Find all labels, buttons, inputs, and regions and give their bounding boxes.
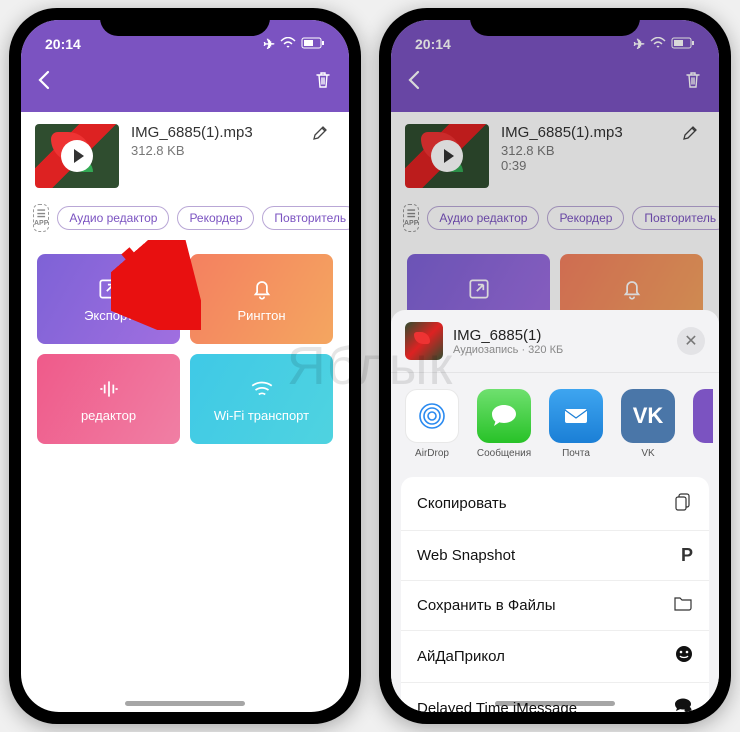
chat-icon — [673, 697, 693, 712]
share-app-airdrop[interactable]: AirDrop — [405, 389, 459, 459]
bell-icon — [249, 276, 275, 302]
home-indicator — [125, 701, 245, 706]
share-app-label: Почта — [562, 448, 590, 459]
screen-left: 20:14 ✈ — [21, 20, 349, 712]
waveform-icon — [96, 376, 122, 402]
file-thumbnail[interactable] — [35, 124, 119, 188]
trash-button[interactable] — [313, 70, 333, 96]
file-meta: IMG_6885(1).mp3 312.8 KB — [131, 124, 293, 158]
screen-right: 20:14 ✈ — [391, 20, 719, 712]
file-size: 312.8 KB — [131, 143, 293, 158]
tile-editor-label: редактор — [81, 408, 136, 423]
share-app-mail[interactable]: Почта — [549, 389, 603, 459]
tile-export-label: Экспорт — [84, 308, 133, 323]
file-info-row: IMG_6885(1).mp3 312.8 KB — [21, 112, 349, 200]
tile-wifi-transport[interactable]: Wi-Fi транспорт — [190, 354, 333, 444]
edit-icon[interactable] — [305, 124, 335, 147]
notch — [100, 8, 270, 36]
status-icons: ✈ — [263, 36, 325, 53]
snapshot-icon: P — [681, 545, 693, 566]
extra-app-icon — [693, 389, 713, 443]
action-label: Web Snapshot — [417, 547, 515, 564]
tile-wifi-label: Wi-Fi транспорт — [214, 408, 309, 423]
share-app-label: Сообщения — [477, 448, 531, 459]
wifi-icon — [280, 36, 296, 52]
export-icon — [96, 276, 122, 302]
notch — [470, 8, 640, 36]
tile-editor[interactable]: редактор — [37, 354, 180, 444]
share-meta: IMG_6885(1) Аудиозапись · 320 КБ — [453, 327, 563, 356]
wifi-icon — [249, 376, 275, 402]
action-delayed-imessage[interactable]: Delayed Time iMessage — [401, 683, 709, 712]
action-label: Сохранить в Файлы — [417, 597, 556, 614]
tool-chips-row: ☰APP Аудио редактор Рекордер Повторитель — [21, 200, 349, 244]
chip-recorder[interactable]: Рекордер — [177, 206, 254, 230]
tile-ringtone[interactable]: Рингтон — [190, 254, 333, 344]
tile-ringtone-label: Рингтон — [237, 308, 285, 323]
back-button[interactable] — [37, 70, 51, 96]
messages-icon — [477, 389, 531, 443]
action-tiles: Экспорт Рингтон редактор Wi-Fi транспорт — [37, 254, 333, 444]
share-app-vk[interactable]: VK VK — [621, 389, 675, 459]
action-copy[interactable]: Скопировать — [401, 477, 709, 531]
share-app-label: VK — [641, 448, 654, 459]
action-label: Скопировать — [417, 495, 507, 512]
share-thumb — [405, 322, 443, 360]
phone-right: 20:14 ✈ — [379, 8, 731, 724]
tile-export[interactable]: Экспорт — [37, 254, 180, 344]
action-save-to-files[interactable]: Сохранить в Файлы — [401, 581, 709, 631]
share-app-messages[interactable]: Сообщения — [477, 389, 531, 459]
folder-icon — [673, 595, 693, 616]
play-icon[interactable] — [61, 140, 93, 172]
chip-audio-editor[interactable]: Аудио редактор — [57, 206, 169, 230]
share-title: IMG_6885(1) — [453, 327, 563, 344]
airdrop-icon — [405, 389, 459, 443]
close-icon[interactable]: ✕ — [677, 327, 705, 355]
action-label: АйДаПрикол — [417, 648, 505, 665]
nav-bar — [21, 60, 349, 96]
share-app-label: AirDrop — [415, 448, 449, 459]
share-header: IMG_6885(1) Аудиозапись · 320 КБ ✕ — [391, 322, 719, 373]
status-time: 20:14 — [45, 36, 81, 52]
copy-icon — [673, 491, 693, 516]
share-sheet: IMG_6885(1) Аудиозапись · 320 КБ ✕ AirDr… — [391, 310, 719, 712]
airplane-icon: ✈ — [263, 36, 275, 53]
share-actions-list: Скопировать Web Snapshot P Сохранить в Ф… — [401, 477, 709, 712]
phone-left: 20:14 ✈ — [9, 8, 361, 724]
battery-icon — [301, 36, 325, 52]
share-app-more[interactable] — [693, 389, 713, 459]
home-indicator — [495, 701, 615, 706]
mail-icon — [549, 389, 603, 443]
action-aidaprikol[interactable]: АйДаПрикол — [401, 631, 709, 683]
smile-icon — [675, 645, 693, 668]
share-apps-row: AirDrop Сообщения Почта VK VK — [391, 373, 719, 467]
action-web-snapshot[interactable]: Web Snapshot P — [401, 531, 709, 581]
file-name: IMG_6885(1).mp3 — [131, 124, 293, 141]
share-subtitle: Аудиозапись · 320 КБ — [453, 344, 563, 356]
app-icon[interactable]: ☰APP — [33, 204, 49, 232]
chip-repeater[interactable]: Повторитель — [262, 206, 349, 230]
vk-icon: VK — [621, 389, 675, 443]
